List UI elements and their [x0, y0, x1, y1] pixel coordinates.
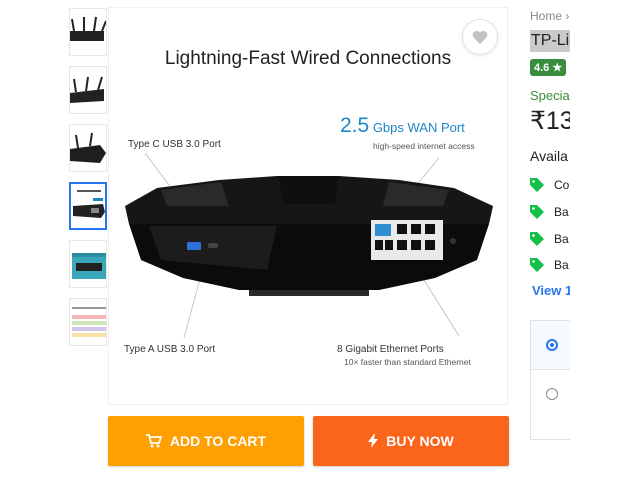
offer-text: Ba [554, 232, 569, 246]
breadcrumb-separator: › [565, 9, 570, 23]
offer-text: Ba [554, 258, 569, 272]
thumb-router-front[interactable] [69, 8, 107, 56]
breadcrumb-home[interactable]: Home [530, 9, 562, 23]
offer-item: Ba [530, 204, 569, 220]
product-details-panel: Home › TP-Li 4.6 ★ Special ₹13 Availa Co… [530, 0, 570, 480]
tag-icon [530, 232, 544, 246]
buy-now-button[interactable]: BUY NOW [313, 416, 509, 466]
rating-badge: 4.6 ★ [530, 59, 567, 76]
purchase-options-box [530, 320, 570, 440]
view-more-offers-link[interactable]: View 1 [532, 283, 570, 298]
router-illustration [125, 152, 493, 339]
tag-icon [530, 205, 544, 219]
tag-icon [530, 258, 544, 272]
available-offers-heading: Availa [530, 148, 568, 164]
offer-text: Ba [554, 205, 569, 219]
lightning-icon [368, 434, 379, 448]
thumb-wired-connections[interactable] [69, 182, 107, 230]
main-product-image: Lightning-Fast Wired Connections Type C … [108, 7, 508, 405]
offer-item: Co [530, 177, 569, 193]
thumb-router-box[interactable] [69, 240, 107, 288]
breadcrumb: Home › [530, 9, 569, 23]
buy-now-label: BUY NOW [386, 433, 454, 449]
product-title: TP-Li [530, 30, 570, 52]
option-radio-selected[interactable] [546, 339, 558, 351]
option-radio-unselected[interactable] [546, 388, 558, 400]
special-price-label: Special [530, 88, 570, 103]
tag-icon [530, 178, 544, 192]
price: ₹13 [530, 107, 570, 135]
wishlist-heart-icon[interactable] [462, 19, 498, 55]
thumb-comparison-chart[interactable] [69, 298, 107, 346]
add-to-cart-button[interactable]: ADD TO CART [108, 416, 304, 466]
cart-icon [145, 434, 162, 448]
offer-text: Co [554, 178, 570, 192]
thumb-router-side[interactable] [69, 124, 107, 172]
thumb-router-angle[interactable] [69, 66, 107, 114]
offer-item: Ba [530, 231, 569, 247]
add-to-cart-label: ADD TO CART [169, 433, 267, 449]
offer-item: Ba [530, 257, 569, 273]
